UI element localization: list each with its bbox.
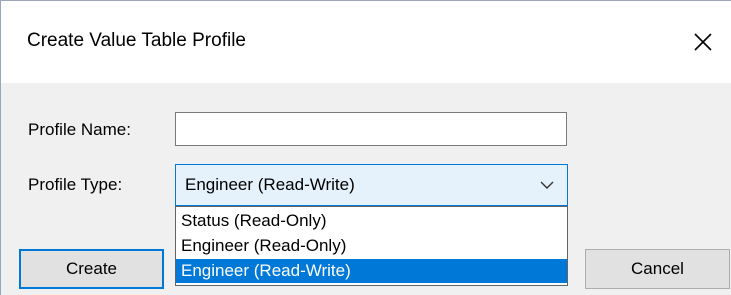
dropdown-option-status-read-only[interactable]: Status (Read-Only) bbox=[176, 209, 567, 233]
profile-type-label: Profile Type: bbox=[28, 175, 123, 194]
dropdown-option-engineer-read-write[interactable]: Engineer (Read-Write) bbox=[176, 259, 567, 283]
profile-type-options-list: Status (Read-Only) Engineer (Read-Only) … bbox=[175, 206, 568, 286]
profile-type-selected-value: Engineer (Read-Write) bbox=[185, 175, 355, 194]
dropdown-option-engineer-read-only[interactable]: Engineer (Read-Only) bbox=[176, 234, 567, 258]
profile-name-input[interactable] bbox=[175, 112, 567, 146]
chevron-down-icon bbox=[539, 179, 555, 191]
dialog-title: Create Value Table Profile bbox=[27, 30, 246, 51]
cancel-button[interactable]: Cancel bbox=[585, 249, 730, 289]
close-button[interactable] bbox=[677, 11, 729, 73]
profile-name-label: Profile Name: bbox=[28, 120, 131, 139]
title-bar: Create Value Table Profile bbox=[1, 1, 731, 83]
create-value-table-profile-dialog: Create Value Table Profile Profile Name:… bbox=[0, 0, 731, 295]
profile-type-dropdown[interactable]: Engineer (Read-Write) bbox=[175, 164, 568, 206]
create-button[interactable]: Create bbox=[19, 249, 164, 289]
close-icon bbox=[694, 33, 712, 51]
